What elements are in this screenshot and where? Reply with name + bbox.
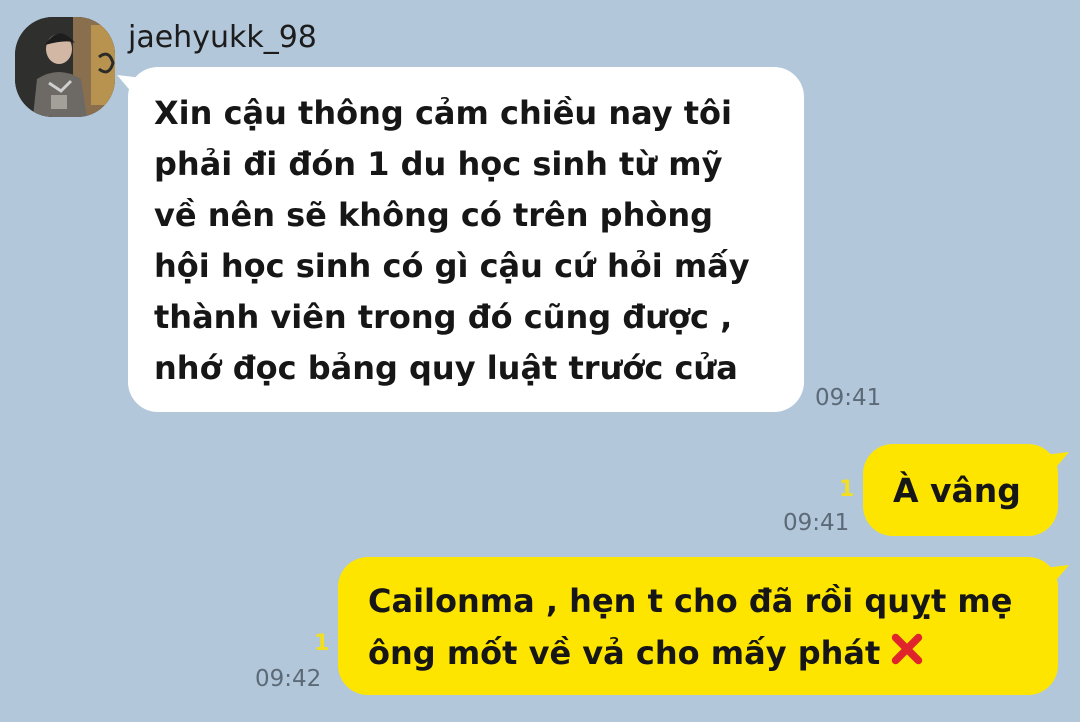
message-line: Cailonma , hẹn t cho đã rồi quỵt mẹ	[368, 582, 1013, 620]
message-line: Xin cậu thông cảm chiều nay tôi	[154, 94, 732, 132]
message-line: nhớ đọc bảng quy luật trước cửa	[154, 349, 738, 387]
outgoing-message-bubble[interactable]: À vâng	[863, 444, 1069, 536]
sender-name: jaehyukk_98	[128, 20, 317, 55]
message-line: phải đi đón 1 du học sinh từ mỹ	[154, 145, 723, 183]
incoming-message-bubble[interactable]: Xin cậu thông cảm chiều nay tôi phải đi …	[117, 67, 804, 412]
unread-count: 1	[839, 477, 855, 502]
message-line: hội học sinh có gì cậu cứ hỏi mấy	[154, 247, 750, 285]
outgoing-message-bubble[interactable]: Cailonma , hẹn t cho đã rồi quỵt mẹ ông …	[338, 557, 1069, 695]
message-timestamp: 09:41	[783, 510, 850, 536]
contact-avatar[interactable]	[15, 17, 115, 117]
cross-mark-icon	[892, 633, 923, 665]
unread-count: 1	[314, 631, 330, 656]
message-line: ông mốt về vả cho mấy phát	[368, 634, 881, 672]
message-timestamp: 09:41	[815, 385, 882, 411]
bubble-tail	[117, 75, 139, 101]
message-line: về nên sẽ không có trên phòng	[154, 196, 714, 234]
profile-photo-icon	[15, 17, 115, 117]
message-timestamp: 09:42	[255, 666, 322, 692]
bubble-tail	[1047, 565, 1069, 591]
message-line-with-emoji: ông mốt về vả cho mấy phát	[368, 627, 1048, 679]
message-line: thành viên trong đó cũng được ,	[154, 298, 733, 336]
message-line: À vâng	[893, 471, 1021, 510]
